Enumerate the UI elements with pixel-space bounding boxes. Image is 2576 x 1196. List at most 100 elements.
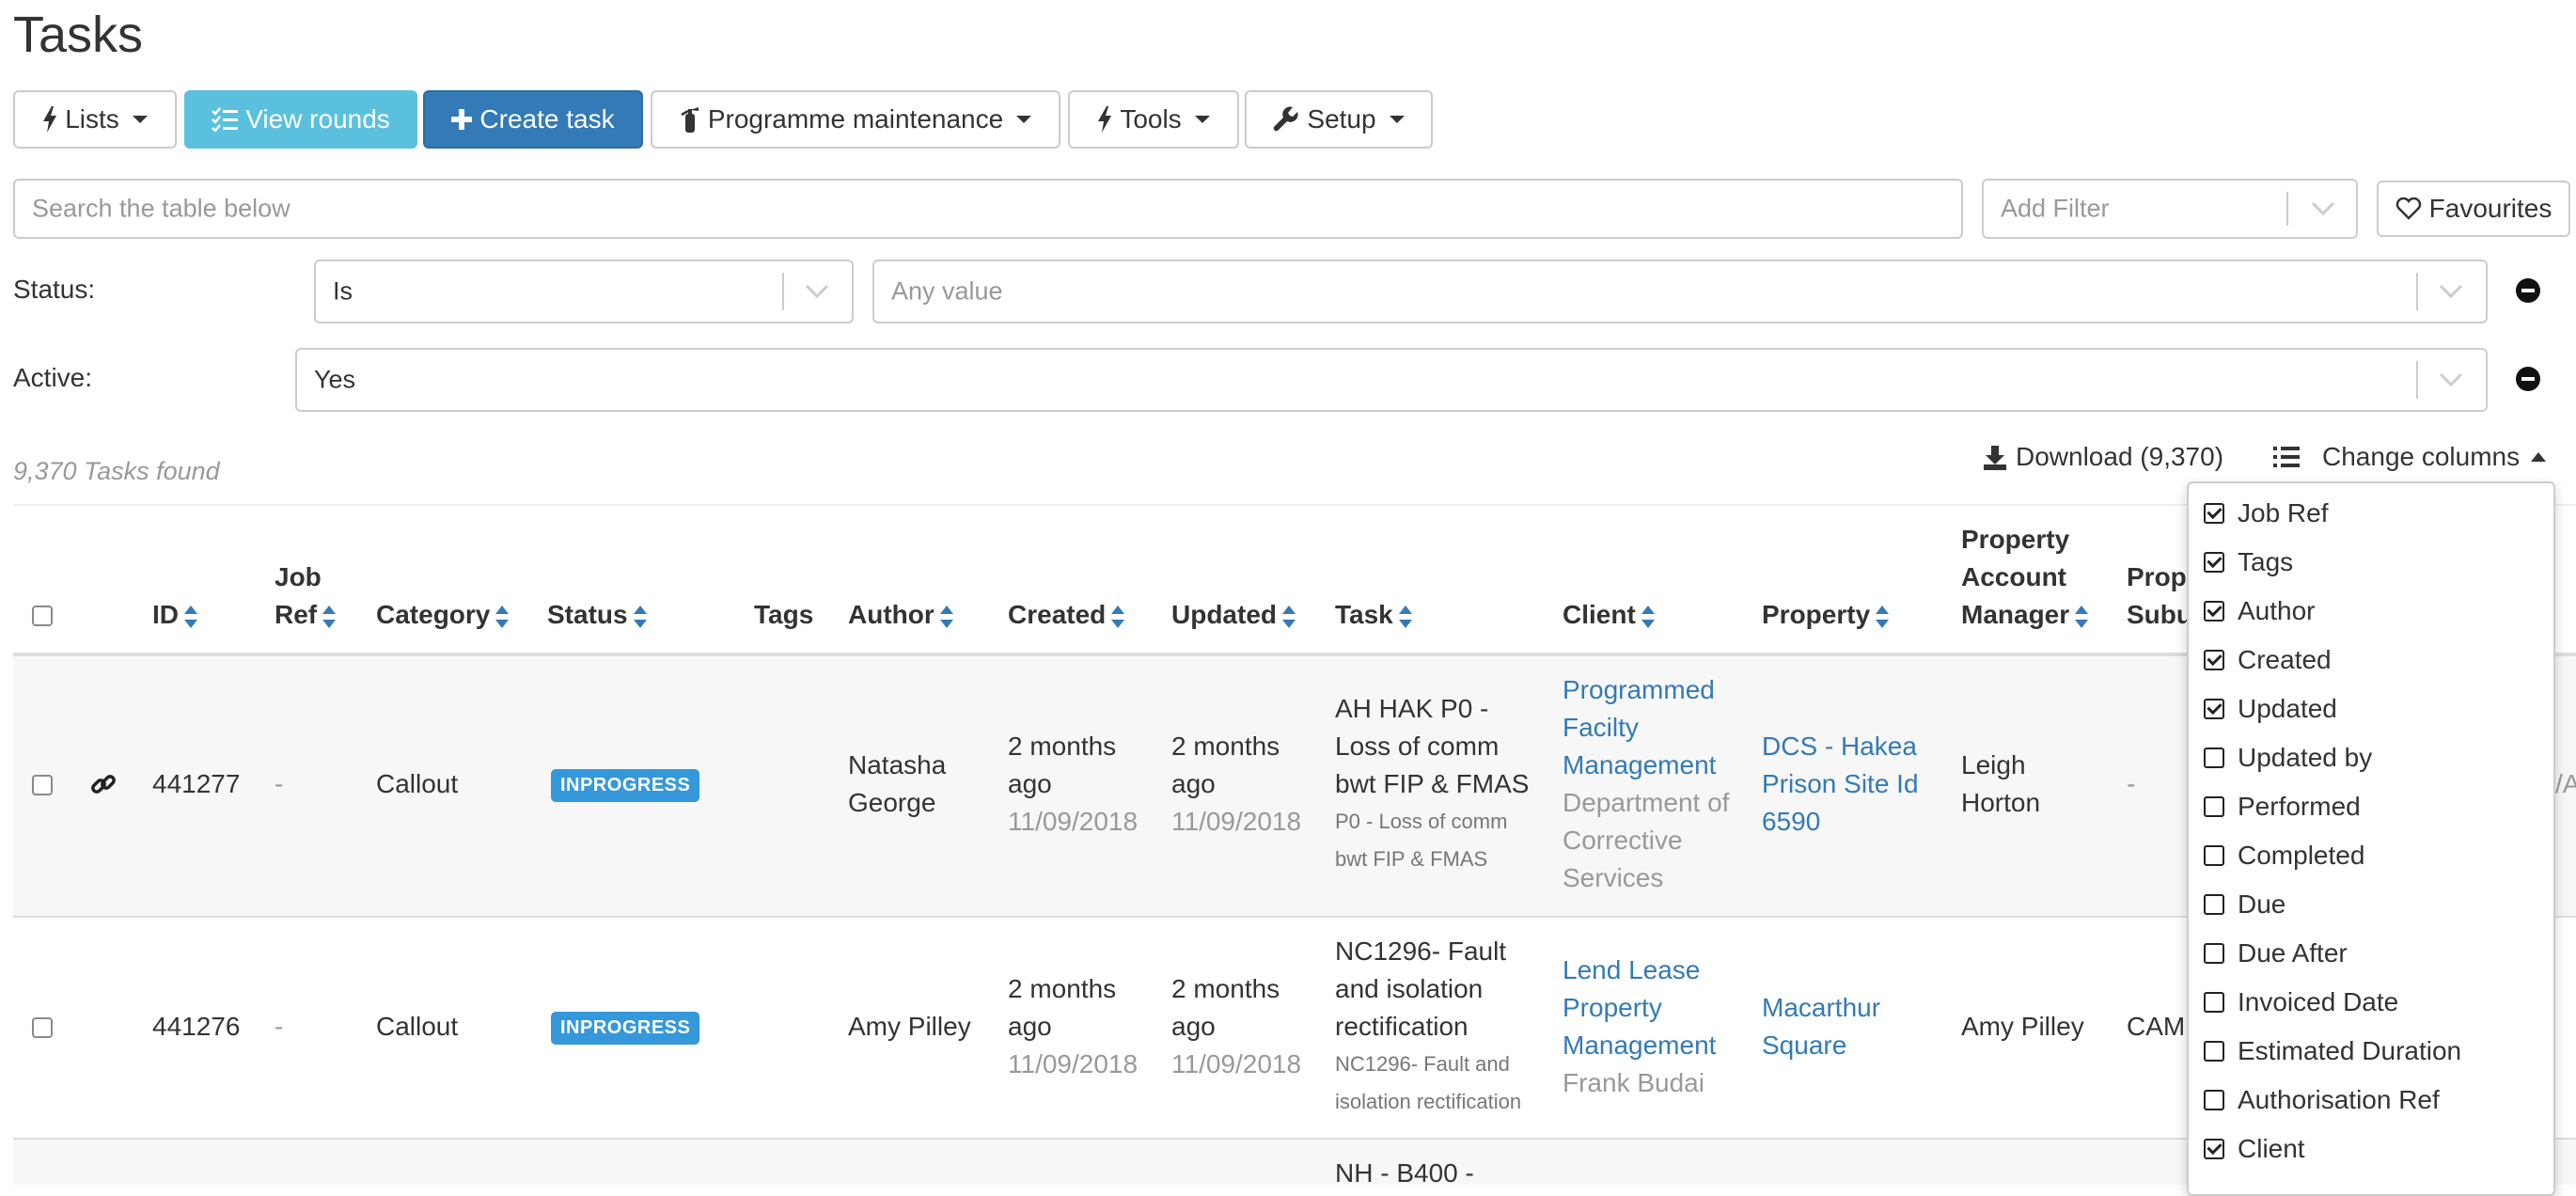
row-checkbox[interactable] [32, 775, 53, 795]
heart-icon [2395, 197, 2421, 220]
checked-checkbox-icon[interactable] [2204, 552, 2224, 573]
header-task[interactable]: Task [1335, 596, 1412, 634]
column-option[interactable]: Performed [2204, 788, 2361, 826]
checked-checkbox-icon[interactable] [2204, 699, 2224, 719]
link-icon[interactable] [90, 771, 117, 797]
header-job-ref-line1: Job [275, 562, 322, 591]
status-value-select[interactable]: Any value [872, 260, 2488, 323]
lists-button[interactable]: Lists [13, 90, 177, 149]
column-option[interactable]: Created [2204, 641, 2332, 679]
checked-checkbox-icon[interactable] [2204, 650, 2224, 670]
unchecked-checkbox-icon[interactable] [2204, 796, 2224, 817]
column-option[interactable]: Estimated Duration [2204, 1032, 2461, 1070]
cell-updated-line1: 2 months [1171, 974, 1280, 1003]
property-link[interactable]: Square [1762, 1027, 1880, 1064]
cell-task-desc-line2: bwt FIP & FMAS [1335, 847, 1488, 871]
column-option[interactable]: Due [2204, 886, 2285, 923]
checked-checkbox-icon[interactable] [2204, 1139, 2224, 1159]
header-author[interactable]: Author [848, 596, 953, 634]
checked-checkbox-icon[interactable] [2204, 601, 2224, 622]
unchecked-checkbox-icon[interactable] [2204, 943, 2224, 964]
unchecked-checkbox-icon[interactable] [2204, 748, 2224, 768]
header-job-ref[interactable]: Job Ref [275, 559, 337, 634]
cell-job-ref: - [275, 769, 284, 798]
header-tags: Tags [754, 596, 813, 634]
wrench-icon [1274, 106, 1298, 132]
column-option[interactable]: Invoiced Date [2204, 984, 2398, 1021]
create-task-button[interactable]: Create task [423, 90, 643, 149]
unchecked-checkbox-icon[interactable] [2204, 845, 2224, 866]
view-rounds-button[interactable]: View rounds [184, 90, 417, 149]
setup-label: Setup [1307, 104, 1376, 134]
column-option[interactable]: Tags [2204, 543, 2293, 581]
page-title: Tasks [13, 7, 144, 63]
add-filter-select[interactable]: Add Filter [1982, 179, 2358, 239]
column-option[interactable]: Author [2204, 592, 2316, 630]
unchecked-checkbox-icon[interactable] [2204, 1090, 2224, 1110]
setup-button[interactable]: Setup [1245, 90, 1433, 149]
property-link[interactable]: 6590 [1762, 803, 1919, 841]
header-category[interactable]: Category [376, 596, 510, 634]
download-link[interactable]: Download (9,370) [1982, 442, 2223, 472]
column-option[interactable]: Authorisation Ref [2204, 1081, 2440, 1119]
unchecked-checkbox-icon[interactable] [2204, 1041, 2224, 1062]
unchecked-checkbox-icon[interactable] [2204, 992, 2224, 1013]
header-id[interactable]: ID [152, 596, 197, 634]
cell-updated: 2 months ago 11/09/2018 [1171, 728, 1301, 841]
sort-icon [2075, 605, 2089, 628]
sort-icon [1876, 605, 1890, 628]
remove-active-filter-icon[interactable] [2516, 367, 2540, 391]
cell-created-date: 11/09/2018 [1008, 1049, 1139, 1078]
caret-down-icon [1194, 116, 1210, 123]
list-icon [2273, 447, 2300, 467]
select-all-checkbox[interactable] [32, 606, 53, 626]
header-property-suburb[interactable]: Prop Subu [2127, 559, 2192, 634]
search-input[interactable]: Search the table below [13, 179, 1963, 239]
active-value-select[interactable]: Yes [295, 348, 2488, 412]
unchecked-checkbox-icon[interactable] [2204, 894, 2224, 915]
column-option[interactable]: Due After [2204, 935, 2348, 972]
header-status[interactable]: Status [547, 596, 647, 634]
client-link[interactable]: Lend Lease [1563, 952, 1716, 989]
header-updated[interactable]: Updated [1171, 596, 1296, 634]
header-created[interactable]: Created [1008, 596, 1125, 634]
property-link[interactable]: DCS - Hakea [1762, 728, 1919, 765]
status-operator-select[interactable]: Is [314, 260, 854, 323]
column-option[interactable]: Updated by [2204, 739, 2372, 777]
client-link[interactable]: Management [1563, 747, 1729, 784]
checked-checkbox-icon[interactable] [2204, 503, 2224, 524]
download-label: Download (9,370) [2016, 442, 2224, 471]
list-check-icon [212, 107, 239, 132]
client-link[interactable]: Programmed [1563, 671, 1729, 709]
column-option[interactable]: Updated [2204, 690, 2337, 728]
remove-status-filter-icon[interactable] [2516, 278, 2540, 303]
sort-icon [633, 605, 647, 628]
programme-maintenance-button[interactable]: Programme maintenance [651, 90, 1060, 149]
column-option[interactable]: Job Ref [2204, 495, 2329, 532]
favourites-button[interactable]: Favourites [2377, 181, 2570, 237]
chevron-down-icon [2439, 284, 2463, 299]
column-option-label: Invoiced Date [2238, 987, 2399, 1016]
cell-property-account-manager: Leigh Horton [1961, 747, 2040, 822]
property-link[interactable]: Prison Site Id [1762, 765, 1919, 803]
client-link[interactable]: Property [1563, 989, 1716, 1027]
cell-property-suburb: - [2127, 769, 2136, 798]
lists-label: Lists [65, 104, 119, 134]
active-filter-label: Active: [13, 363, 93, 392]
change-columns-toggle[interactable]: Change columns [2273, 442, 2547, 472]
column-option[interactable]: Completed [2204, 837, 2364, 874]
chevron-down-icon [2311, 201, 2335, 216]
tools-button[interactable]: Tools [1068, 90, 1239, 149]
property-link[interactable]: Macarthur [1762, 989, 1880, 1027]
cell-author: Amy Pilley [848, 1012, 971, 1041]
header-prop-sub-line2: Subu [2127, 600, 2192, 629]
cell-updated-date: 11/09/2018 [1171, 1049, 1302, 1078]
header-property-account-manager[interactable]: Property Account Manager [1961, 521, 2089, 634]
column-option[interactable]: Client [2204, 1130, 2305, 1168]
client-link[interactable]: Management [1563, 1027, 1716, 1064]
header-property[interactable]: Property [1762, 596, 1890, 634]
header-client[interactable]: Client [1563, 596, 1655, 634]
client-link[interactable]: Facilty [1563, 709, 1729, 747]
row-checkbox[interactable] [32, 1017, 53, 1038]
cell-author-line1: Natasha [848, 750, 947, 779]
